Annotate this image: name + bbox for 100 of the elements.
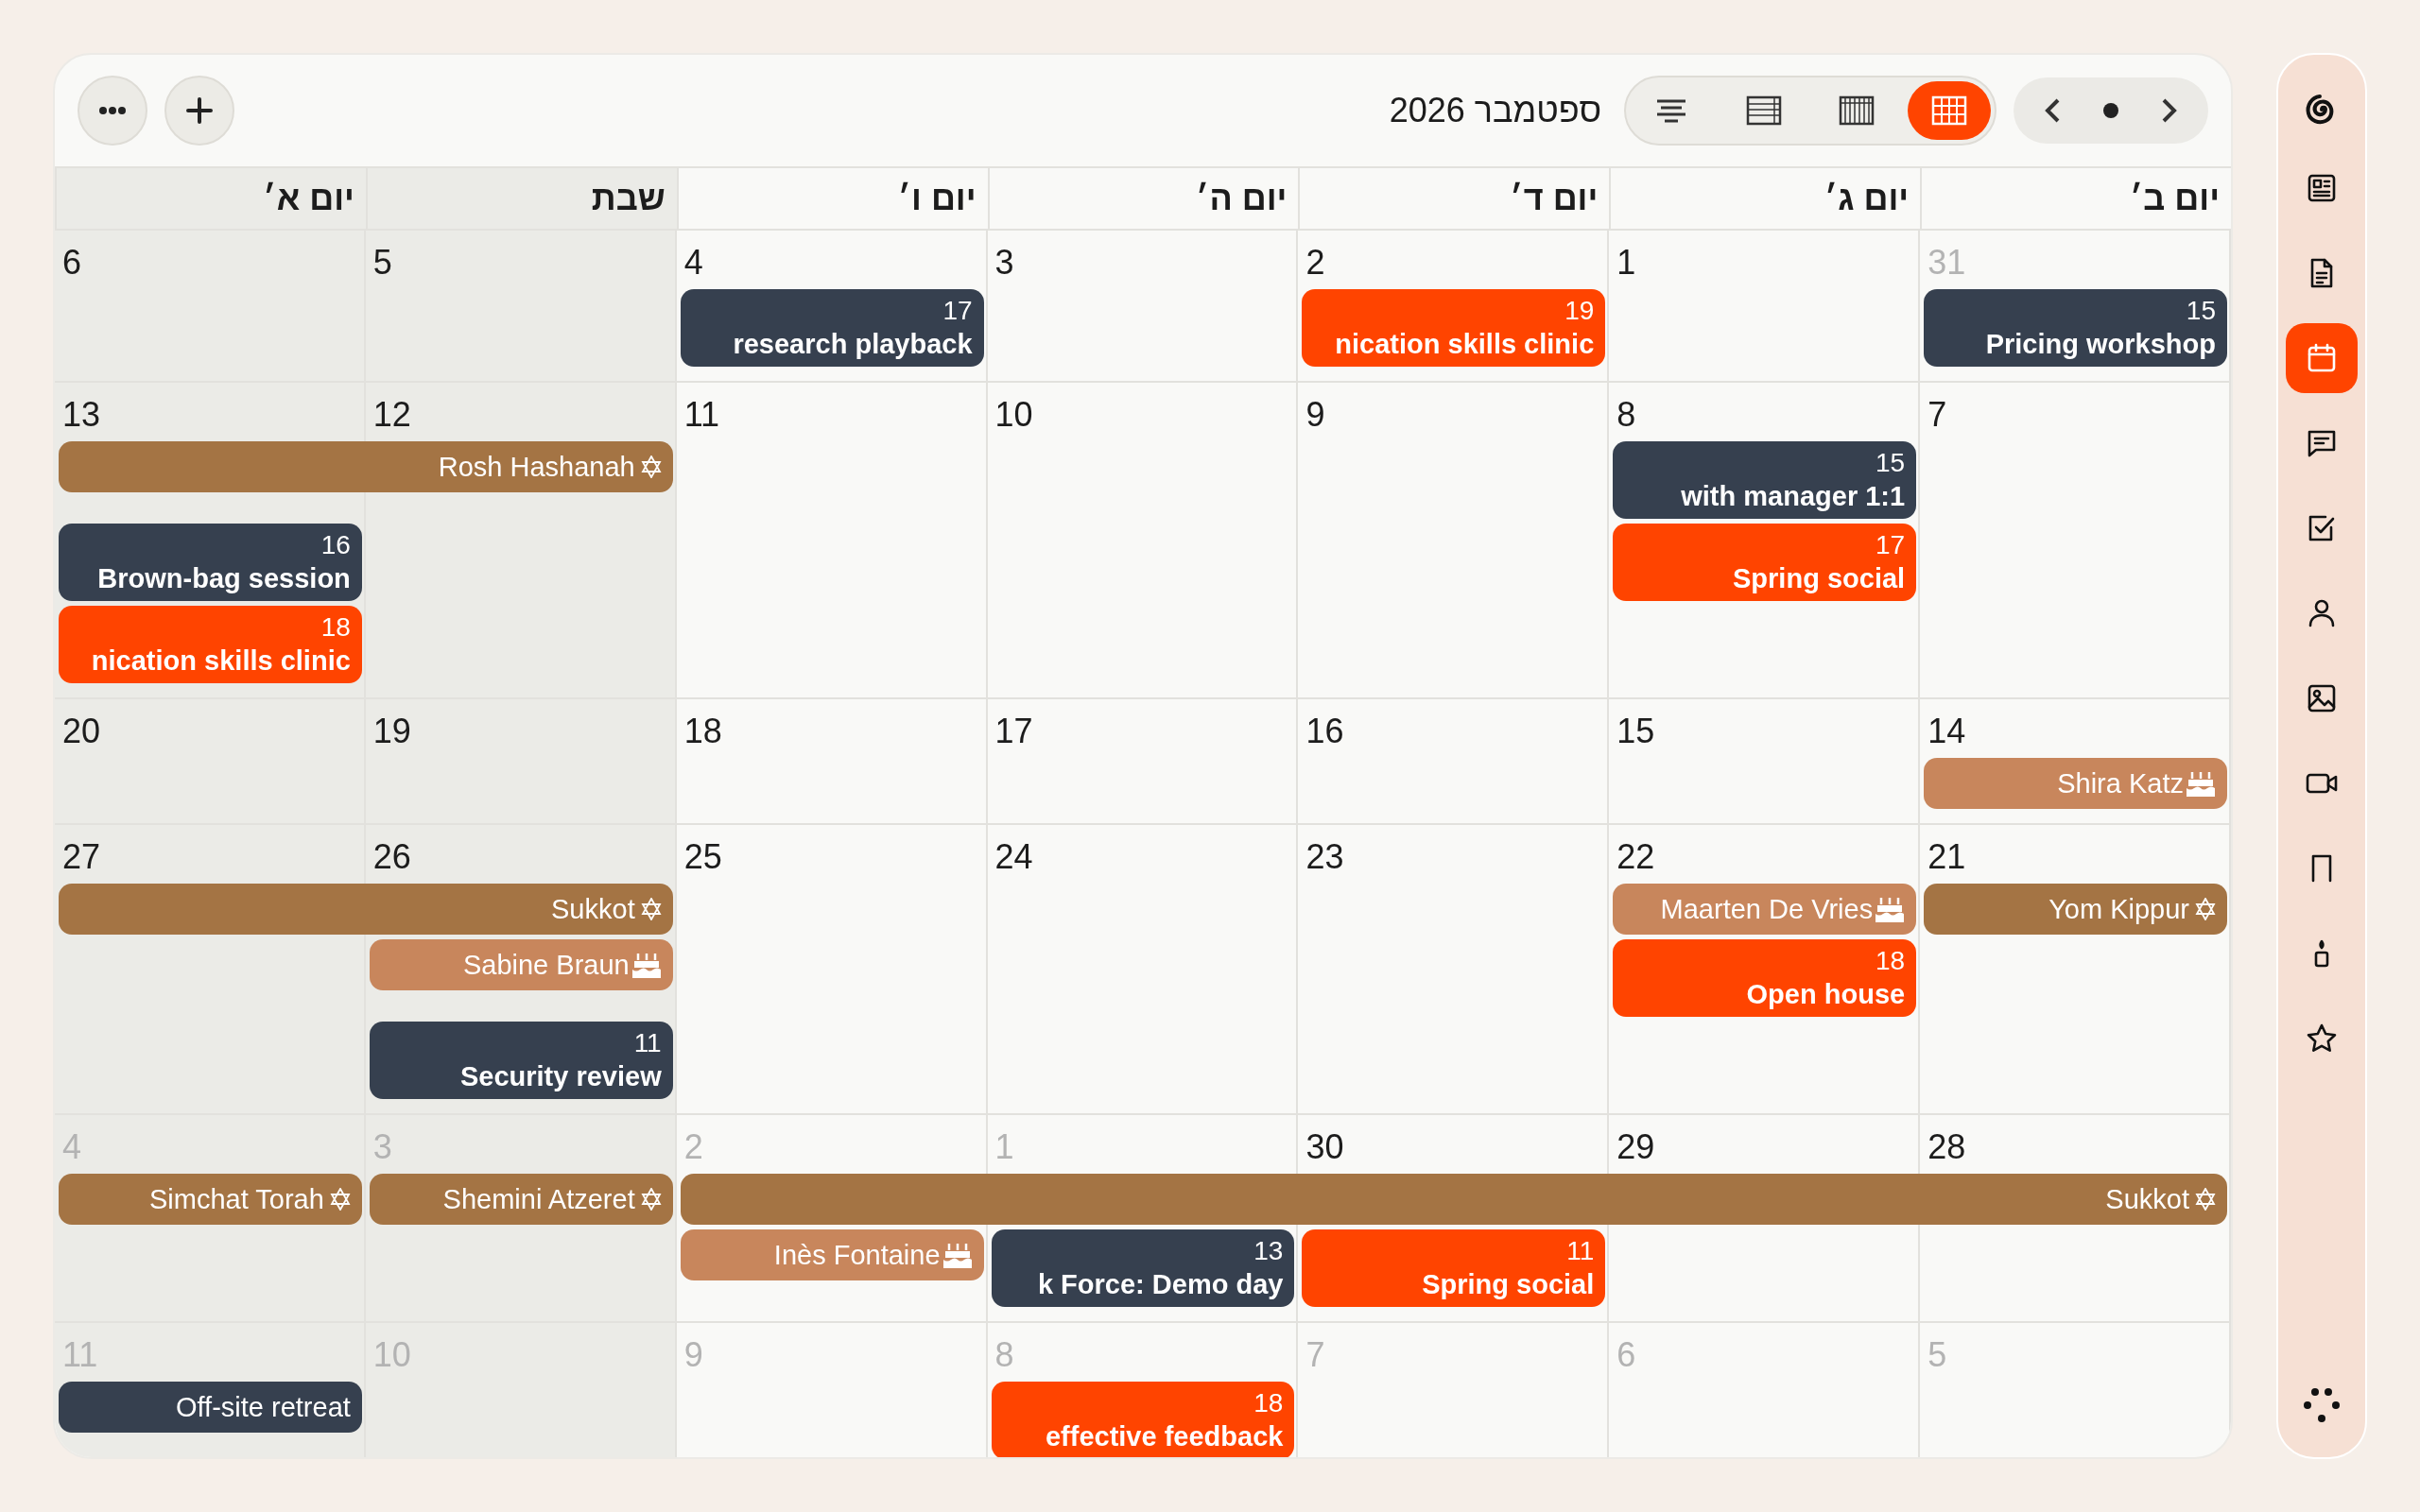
day-number[interactable]: 10: [994, 394, 1033, 436]
event-title: Open house: [1746, 978, 1906, 1011]
month-grid-icon: [1931, 95, 1967, 126]
cake-icon: [1875, 895, 1906, 923]
event-time: 19: [1564, 295, 1595, 327]
week-columns-icon: [1839, 95, 1875, 126]
day-number[interactable]: 6: [62, 242, 82, 284]
event-title: Spring social: [1733, 562, 1906, 595]
weekday-header: יום ב׳: [1920, 168, 2231, 229]
day-number[interactable]: 15: [1616, 711, 1655, 752]
cake-icon: [2186, 769, 2216, 798]
weekday-header: יום ה׳: [987, 168, 1299, 229]
more-icon: [98, 106, 127, 115]
holiday-event[interactable]: Yom Kippur: [1924, 884, 2227, 935]
day-number[interactable]: 22: [1616, 836, 1655, 878]
cake-icon: [942, 1241, 973, 1269]
star-of-david-icon: [329, 1188, 351, 1211]
plus-icon: [185, 96, 214, 125]
event-title: nication skills clinic: [91, 644, 351, 678]
event-title: Inès Fontaine: [773, 1239, 941, 1271]
event-title: Security review: [459, 1060, 662, 1093]
event-time: 13: [1253, 1235, 1284, 1267]
star-of-david-icon: [640, 898, 662, 920]
event-title: Shira Katz: [2057, 767, 2184, 799]
event-title: Shemini Atzeret: [442, 1183, 635, 1215]
day-number[interactable]: 24: [994, 836, 1033, 878]
star-of-david-icon: [2195, 898, 2216, 920]
event-title: Pricing workshop: [1985, 328, 2216, 361]
calendar-event[interactable]: 11 Security review: [369, 1022, 673, 1099]
day-number[interactable]: 7: [1927, 394, 1947, 436]
event-title: research playback: [733, 328, 973, 361]
event-title: Sabine Braun: [462, 949, 630, 981]
day-number[interactable]: 26: [372, 836, 411, 878]
event-time: 18: [1876, 945, 1906, 977]
day-number[interactable]: 18: [683, 711, 722, 752]
calendar-event[interactable]: 15 with manager 1:1: [1613, 441, 1917, 519]
event-title: Maarten De Vries: [1660, 893, 1874, 925]
day-number[interactable]: 11: [683, 394, 720, 436]
event-time: 11: [1566, 1235, 1595, 1267]
star-of-david-icon: [640, 455, 662, 478]
event-title: Yom Kippur: [2048, 893, 2189, 925]
event-time: 15: [2186, 295, 2216, 327]
day-number[interactable]: 27: [62, 836, 101, 878]
weekday-header: יום ג׳: [1609, 168, 1921, 229]
holiday-event[interactable]: Sukkot: [680, 1174, 2227, 1225]
weekday-header: יום א׳: [55, 168, 366, 229]
event-time: 11: [633, 1027, 662, 1059]
calendar-event[interactable]: 13 k Force: Demo day: [991, 1229, 1295, 1307]
day-number[interactable]: 3: [994, 242, 1014, 284]
star-of-david-icon: [640, 1188, 662, 1211]
event-title: Sukkot: [551, 893, 635, 925]
event-time: 18: [1253, 1387, 1284, 1419]
event-title: k Force: Demo day: [1037, 1268, 1284, 1301]
holiday-event[interactable]: Sukkot: [59, 884, 673, 935]
event-title: Spring social: [1422, 1268, 1595, 1301]
event-title: Simchat Torah: [149, 1183, 324, 1215]
day-number[interactable]: 17: [994, 711, 1033, 752]
event-title: Brown-bag session: [97, 562, 351, 595]
event-title: with manager 1:1: [1681, 480, 1906, 513]
list-icon: [1746, 95, 1782, 126]
holiday-event[interactable]: Shemini Atzeret: [369, 1174, 673, 1225]
day-number[interactable]: 2: [1305, 242, 1325, 284]
weekday-header: שבת: [365, 168, 677, 229]
day-number[interactable]: 21: [1927, 836, 1966, 878]
day-number[interactable]: 20: [62, 711, 101, 752]
day-number[interactable]: 29: [1616, 1126, 1655, 1168]
calendar-event[interactable]: 16 Brown-bag session: [59, 524, 362, 601]
event-time: 15: [1876, 447, 1906, 479]
weekday-header: יום ד׳: [1298, 168, 1610, 229]
day-number[interactable]: 4: [683, 242, 703, 284]
dot-icon: [2103, 103, 2118, 118]
calendar-event[interactable]: Off-site retreat: [59, 1382, 362, 1433]
event-title: Sukkot: [2105, 1183, 2189, 1215]
day-number[interactable]: 12: [372, 394, 411, 436]
holiday-event[interactable]: Rosh Hashanah: [59, 441, 673, 492]
day-number[interactable]: 13: [62, 394, 101, 436]
calendar-event[interactable]: 17 research playback: [680, 289, 984, 367]
event-time: 18: [320, 611, 351, 644]
day-number[interactable]: 28: [1927, 1126, 1966, 1168]
event-title: Rosh Hashanah: [438, 451, 635, 483]
day-number[interactable]: 30: [1305, 1126, 1344, 1168]
dots-icon: [2303, 1387, 2341, 1423]
event-title: nication skills clinic: [1335, 328, 1595, 361]
day-number[interactable]: 14: [1927, 711, 1966, 752]
event-time: 16: [320, 529, 351, 561]
calendar-event[interactable]: 15 Pricing workshop: [1924, 289, 2227, 367]
day-number[interactable]: 23: [1305, 836, 1344, 878]
day-number[interactable]: 9: [1305, 394, 1325, 436]
star-of-david-icon: [2195, 1188, 2216, 1211]
event-title: Off-site retreat: [176, 1391, 351, 1424]
month-title: ספטמבר 2026: [1389, 91, 1601, 130]
day-number[interactable]: 25: [683, 836, 722, 878]
day-number[interactable]: 19: [372, 711, 411, 752]
day-number[interactable]: 8: [1616, 394, 1636, 436]
holiday-event[interactable]: Simchat Torah: [59, 1174, 362, 1225]
day-number[interactable]: 16: [1305, 711, 1344, 752]
day-number[interactable]: 5: [372, 242, 392, 284]
day-number[interactable]: 1: [1616, 242, 1636, 284]
event-time: 17: [1876, 529, 1906, 561]
cake-icon: [631, 951, 662, 979]
